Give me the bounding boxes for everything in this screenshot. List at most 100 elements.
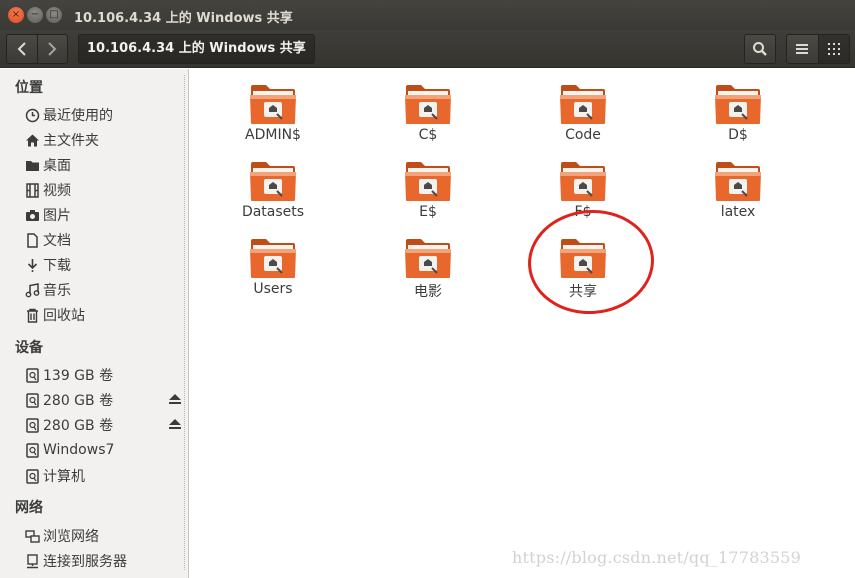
sidebar-item-label: 最近使用的	[43, 108, 113, 124]
sidebar-item-label: 280 GB 卷	[43, 393, 114, 409]
title-bar: × − □ 10.106.4.34 上的 Windows 共享	[0, 0, 855, 30]
places-header: 位置	[15, 80, 43, 96]
sidebar-item-home[interactable]: 主文件夹	[24, 129, 184, 151]
home-icon	[24, 132, 40, 148]
eject-icon[interactable]	[168, 418, 182, 434]
camera-icon	[24, 207, 40, 223]
shared-folder-icon	[560, 162, 606, 201]
minimize-window-button[interactable]: −	[27, 7, 43, 23]
sidebar-item-volume-280gb-2[interactable]: 280 GB 卷	[24, 414, 184, 436]
sidebar-item-documents[interactable]: 文档	[24, 229, 184, 251]
chevron-left-icon	[17, 42, 26, 56]
window-title: 10.106.4.34 上的 Windows 共享	[74, 11, 293, 26]
watermark: https://blog.csdn.net/qq_17783559	[512, 548, 802, 567]
navigation-buttons	[6, 34, 68, 64]
sidebar-item-recent[interactable]: 最近使用的	[24, 104, 184, 126]
back-button[interactable]	[7, 35, 38, 63]
list-view-button[interactable]	[787, 35, 819, 63]
content-area: ADMIN$ C$ Code D$ Datasets E$ F$ latex U…	[190, 69, 855, 578]
sidebar-item-browse-network[interactable]: 浏览网络	[24, 525, 184, 547]
shared-folder-icon	[405, 162, 451, 201]
film-icon	[24, 182, 40, 198]
drive-icon	[24, 417, 40, 433]
eject-icon[interactable]	[168, 393, 182, 409]
sidebar-item-trash[interactable]: 回收站	[24, 304, 184, 326]
folder-label: 电影	[414, 284, 442, 300]
shared-folder-icon	[560, 85, 606, 124]
search-icon	[753, 42, 767, 56]
list-view-icon	[796, 44, 809, 54]
shared-folder-icon	[250, 85, 296, 124]
devices-header: 设备	[15, 340, 43, 356]
trash-icon	[24, 307, 40, 323]
folder-movies[interactable]: 电影	[373, 237, 483, 301]
folder-d-share[interactable]: D$	[683, 83, 793, 143]
header-bar: 10.106.4.34 上的 Windows 共享	[0, 30, 855, 68]
sidebar-item-label: 主文件夹	[43, 133, 99, 149]
sidebar-item-label: 连接到服务器	[43, 554, 127, 570]
folder-label: C$	[418, 127, 438, 143]
grid-view-icon	[827, 43, 840, 55]
document-icon	[24, 232, 40, 248]
folder-label: latex	[720, 204, 756, 220]
sidebar-item-label: 280 GB 卷	[43, 418, 114, 434]
sidebar-item-label: 图片	[43, 208, 71, 224]
sidebar-item-label: 回收站	[43, 308, 85, 324]
sidebar-item-connect-server[interactable]: 连接到服务器	[24, 550, 184, 572]
sidebar-item-desktop[interactable]: 桌面	[24, 154, 184, 176]
sidebar-item-label: 计算机	[43, 469, 85, 485]
sidebar-item-label: 桌面	[43, 158, 71, 174]
network-icon	[24, 528, 40, 544]
folder-c-share[interactable]: C$	[373, 83, 483, 143]
drive-icon	[24, 367, 40, 383]
drive-icon	[24, 442, 40, 458]
folder-label: Code	[565, 127, 601, 143]
sidebar-item-computer[interactable]: 计算机	[24, 465, 184, 487]
forward-button[interactable]	[38, 35, 68, 63]
download-icon	[24, 257, 40, 273]
sidebar-item-music[interactable]: 音乐	[24, 279, 184, 301]
sidebar-item-label: 音乐	[43, 283, 71, 299]
sidebar-item-label: Windows7	[43, 442, 115, 458]
sidebar-scrollbar[interactable]	[184, 75, 186, 570]
sidebar-item-volume-139gb[interactable]: 139 GB 卷	[24, 364, 184, 386]
sidebar-item-downloads[interactable]: 下载	[24, 254, 184, 276]
folder-latex[interactable]: latex	[683, 160, 793, 220]
shared-folder-icon	[405, 85, 451, 124]
drive-icon	[24, 392, 40, 408]
maximize-window-button[interactable]: □	[46, 7, 62, 23]
file-manager-window: × − □ 10.106.4.34 上的 Windows 共享 10.106.4…	[0, 0, 855, 578]
folder-code[interactable]: Code	[528, 83, 638, 143]
folder-label: E$	[419, 204, 437, 220]
path-bar-button[interactable]: 10.106.4.34 上的 Windows 共享	[78, 34, 315, 64]
folder-admin-share[interactable]: ADMIN$	[218, 83, 328, 143]
shared-folder-icon	[715, 162, 761, 201]
network-header: 网络	[15, 500, 43, 516]
shared-folder-icon	[715, 85, 761, 124]
folder-users[interactable]: Users	[218, 237, 328, 297]
chevron-right-icon	[48, 42, 57, 56]
folder-e-share[interactable]: E$	[373, 160, 483, 220]
folder-datasets[interactable]: Datasets	[218, 160, 328, 220]
folder-label: Users	[253, 281, 293, 297]
shared-folder-icon	[405, 239, 451, 278]
grid-view-button[interactable]	[818, 35, 849, 63]
clock-icon	[24, 107, 40, 123]
close-window-button[interactable]: ×	[8, 7, 24, 23]
sidebar-item-label: 下载	[43, 258, 71, 274]
search-button[interactable]	[744, 34, 776, 64]
sidebar-item-windows7[interactable]: Windows7	[24, 439, 184, 461]
music-icon	[24, 282, 40, 298]
sidebar-item-volume-280gb-1[interactable]: 280 GB 卷	[24, 389, 184, 411]
sidebar-item-videos[interactable]: 视频	[24, 179, 184, 201]
sidebar-item-label: 视频	[43, 183, 71, 199]
sidebar-item-label: 139 GB 卷	[43, 368, 114, 384]
sidebar-item-pictures[interactable]: 图片	[24, 204, 184, 226]
folder-label: Datasets	[241, 204, 305, 220]
sidebar-item-label: 浏览网络	[43, 529, 99, 545]
folder-label: D$	[728, 127, 748, 143]
folder-label: ADMIN$	[245, 127, 301, 143]
shared-folder-icon	[250, 239, 296, 278]
desktop-folder-icon	[24, 157, 40, 173]
sidebar: 位置 最近使用的 主文件夹 桌面 视频 图片 文档 下载 音乐 回收站 设备 1…	[0, 69, 189, 578]
